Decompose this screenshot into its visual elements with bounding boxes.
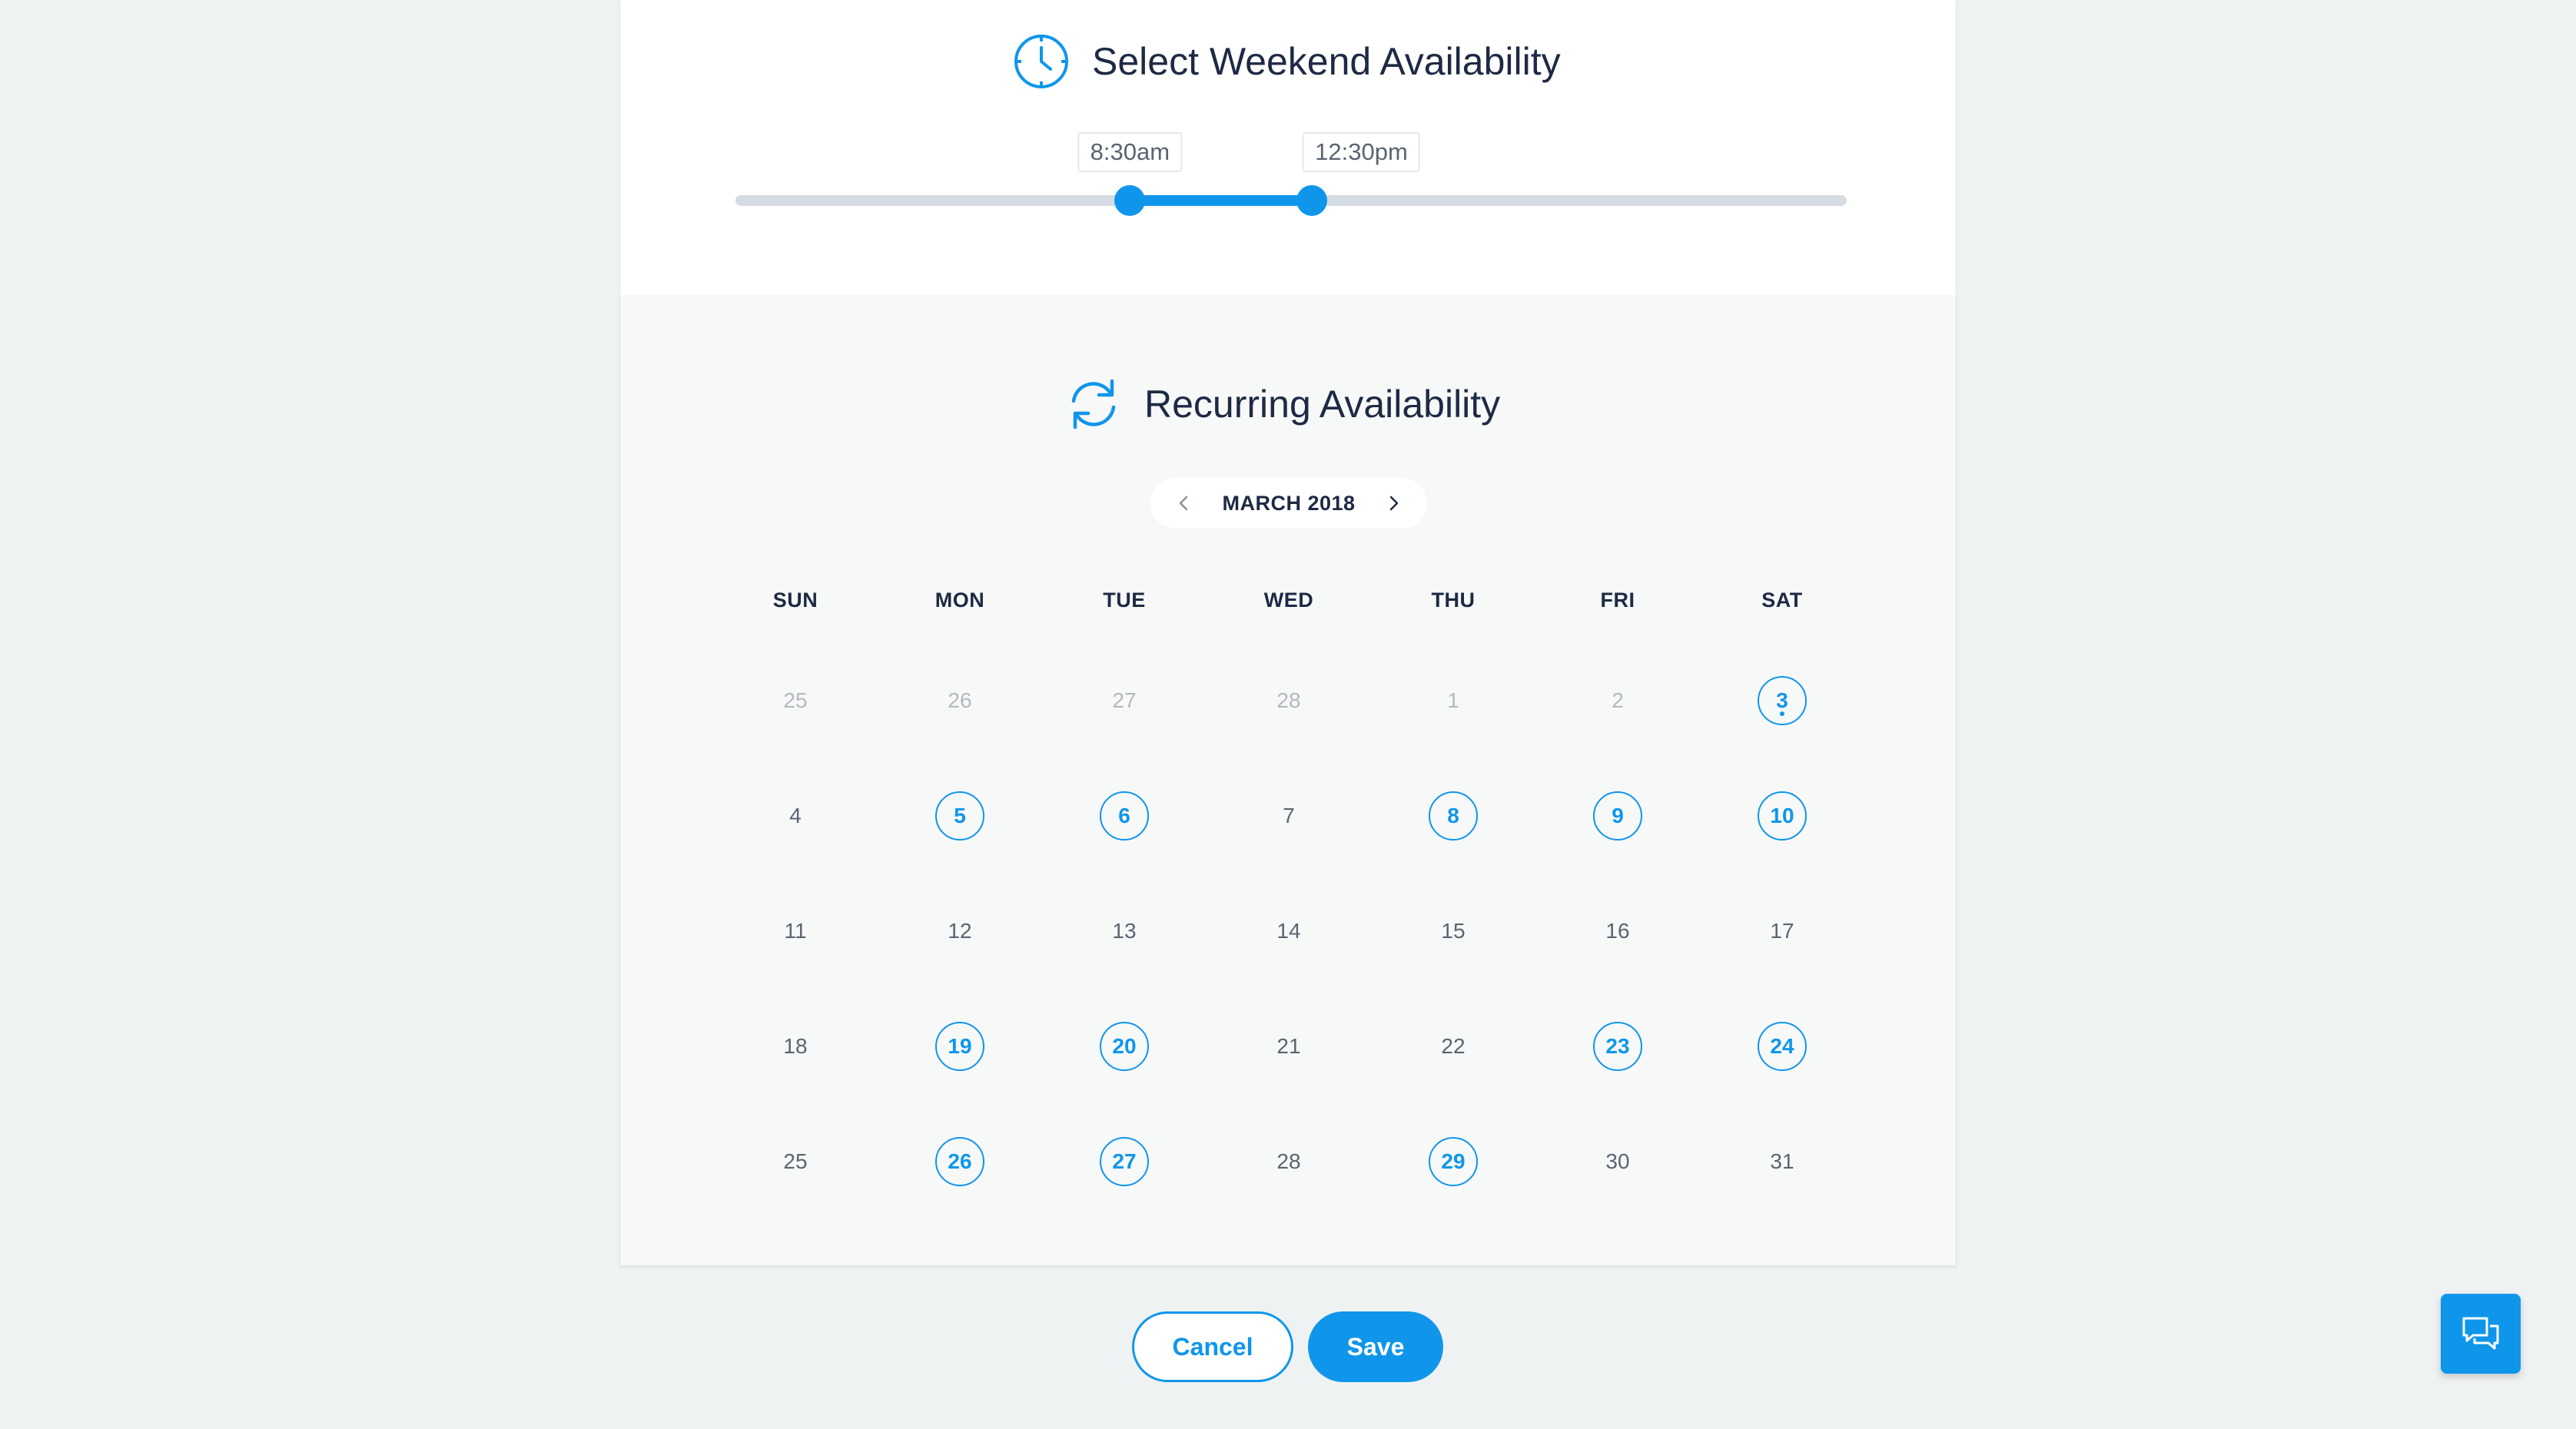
calendar-day-number: 10 (1770, 804, 1794, 827)
calendar-day-number: 3 (1776, 688, 1788, 712)
calendar-day-number: 28 (1276, 688, 1301, 712)
calendar-day[interactable]: 23 (1593, 1022, 1642, 1071)
calendar-day[interactable]: 1 (1429, 676, 1478, 725)
calendar-day-number: 14 (1276, 919, 1301, 943)
calendar-day-number: 25 (783, 688, 808, 712)
calendar-day-number: 26 (948, 688, 972, 712)
calendar-day[interactable]: 8 (1429, 791, 1478, 840)
calendar-day[interactable]: 20 (1100, 1022, 1149, 1071)
calendar-day[interactable]: 3 (1758, 676, 1807, 725)
calendar-day[interactable]: 16 (1593, 907, 1642, 956)
calendar-day-number: 18 (783, 1034, 808, 1058)
calendar-day-number: 1 (1447, 688, 1459, 712)
calendar-day-number: 29 (1441, 1149, 1466, 1173)
calendar-day[interactable]: 25 (771, 676, 820, 725)
calendar-day[interactable]: 14 (1264, 907, 1313, 956)
calendar-day-number: 27 (1112, 688, 1137, 712)
calendar-day-number: 26 (948, 1149, 972, 1173)
availability-card: Select Weekend Availability 8:30am 12:30… (619, 0, 1957, 1266)
calendar-day[interactable]: 10 (1758, 791, 1807, 840)
calendar-day[interactable]: 19 (935, 1022, 984, 1071)
calendar-day[interactable]: 25 (771, 1137, 820, 1186)
calendar-day[interactable]: 21 (1264, 1022, 1313, 1071)
calendar-day[interactable]: 26 (935, 676, 984, 725)
calendar-day[interactable]: 30 (1593, 1137, 1642, 1186)
calendar-day-number: 5 (954, 804, 966, 827)
calendar-day-number: 28 (1276, 1149, 1301, 1173)
calendar-day[interactable]: 22 (1429, 1022, 1478, 1071)
calendar-day[interactable]: 28 (1264, 676, 1313, 725)
calendar-day[interactable]: 27 (1100, 1137, 1149, 1186)
calendar-day[interactable]: 26 (935, 1137, 984, 1186)
calendar-day-number: 4 (789, 804, 802, 827)
calendar-day-number: 25 (783, 1149, 808, 1173)
calendar-day[interactable]: 31 (1758, 1137, 1807, 1186)
calendar-day-number: 7 (1283, 804, 1295, 827)
calendar-day-number: 19 (948, 1034, 972, 1058)
calendar-day[interactable]: 29 (1429, 1137, 1478, 1186)
calendar-day[interactable]: 28 (1264, 1137, 1313, 1186)
calendar-day-number: 15 (1441, 919, 1466, 943)
calendar-day[interactable]: 18 (771, 1022, 820, 1071)
calendar-day-number: 27 (1112, 1149, 1137, 1173)
calendar-day-number: 24 (1770, 1034, 1794, 1058)
calendar-day[interactable]: 13 (1100, 907, 1149, 956)
calendar-day-number: 2 (1612, 688, 1624, 712)
calendar-day[interactable]: 24 (1758, 1022, 1807, 1071)
calendar-day[interactable]: 9 (1593, 791, 1642, 840)
calendar-day[interactable]: 7 (1264, 791, 1313, 840)
calendar-day-number: 9 (1612, 804, 1624, 827)
calendar-day[interactable]: 4 (771, 791, 820, 840)
calendar-day[interactable]: 6 (1100, 791, 1149, 840)
calendar-day-number: 6 (1118, 804, 1130, 827)
calendar-day-number: 12 (948, 919, 972, 943)
calendar-day-number: 21 (1276, 1034, 1301, 1058)
calendar-day[interactable]: 27 (1100, 676, 1149, 725)
calendar-day-number: 11 (784, 919, 807, 943)
calendar-day-number: 20 (1112, 1034, 1137, 1058)
calendar-day-number: 13 (1112, 919, 1137, 943)
today-indicator (1780, 711, 1784, 716)
calendar-day-number: 22 (1441, 1034, 1466, 1058)
calendar-day[interactable]: 11 (771, 907, 820, 956)
chat-button[interactable] (2441, 1294, 2521, 1374)
calendar-day[interactable]: 2 (1593, 676, 1642, 725)
calendar-day-number: 8 (1447, 804, 1459, 827)
cancel-button[interactable]: Cancel (1132, 1311, 1293, 1382)
calendar-day-number: 31 (1770, 1149, 1794, 1173)
calendar-day-number: 23 (1605, 1034, 1630, 1058)
chat-icon (2461, 1314, 2501, 1354)
calendar-day[interactable]: 15 (1429, 907, 1478, 956)
calendar-day-number: 30 (1605, 1149, 1630, 1173)
calendar-day[interactable]: 12 (935, 907, 984, 956)
calendar-day[interactable]: 17 (1758, 907, 1807, 956)
calendar-grid: 25 26 27 28 1 2 3 4 5 6 7 8 9 10 11 12 13 14 15 16 17 18 19 20 2… (620, 0, 1956, 1265)
save-button[interactable]: Save (1308, 1311, 1443, 1382)
calendar-day-number: 17 (1770, 919, 1794, 943)
calendar-day-number: 16 (1605, 919, 1630, 943)
calendar-day[interactable]: 5 (935, 791, 984, 840)
